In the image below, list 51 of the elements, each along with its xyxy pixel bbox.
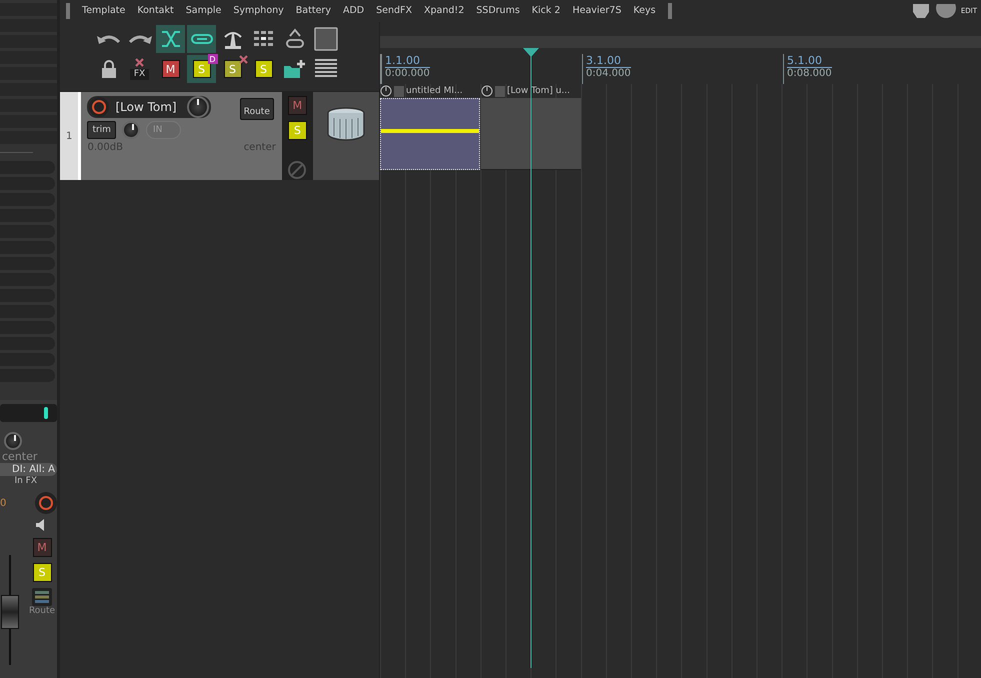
horizontal-fader[interactable] [0,404,57,422]
crossfade-icon[interactable] [156,25,185,53]
toolbar-preset-button[interactable]: SSDrums [470,6,526,16]
fx-button[interactable]: FX [125,55,154,83]
route-icon[interactable] [32,588,52,606]
item-name: [Low Tom] u... [507,86,570,96]
pan-label: center [2,450,38,463]
time-label: 0:08.000 [787,68,832,79]
item-name: untitled MI... [406,86,463,96]
track-name-bar[interactable]: [Low Tom] [87,96,212,118]
toolbar-preset-button[interactable]: Battery [290,6,337,16]
toolbar-preset-button[interactable]: Template [76,6,132,16]
route-label: Route [28,606,56,616]
route-button[interactable]: Route [240,98,274,120]
track-name[interactable]: [Low Tom] [115,100,182,114]
toolbar-preset-button[interactable]: ADD [336,6,370,16]
solo-button[interactable]: S D [187,55,216,83]
mute-button[interactable]: M [156,55,185,83]
item-mute-icon[interactable] [495,86,505,96]
toolbar-preset-button[interactable]: Xpand!2 [418,6,470,16]
toolbar-preset-button[interactable]: Kick 2 [526,6,566,16]
pan-knob[interactable] [4,432,22,450]
item-mute-icon[interactable] [394,86,404,96]
toolbar-preset-button[interactable]: Heavier7S [566,6,628,16]
fx-label: In FX [14,476,37,486]
input-selector[interactable]: DI: All: A [0,463,57,476]
drum-icon[interactable] [326,106,366,142]
toolbar-preset-button[interactable]: Kontakt [131,6,180,16]
toolbar-preset-button[interactable]: SendFX [370,6,418,16]
scroll-bar[interactable] [380,36,981,48]
x-icon [238,55,248,64]
toolbar-preset-button[interactable]: Sample [180,6,228,16]
pan-knob[interactable] [122,121,140,139]
clock-icon [481,85,493,97]
record-arm-button[interactable] [35,492,57,514]
bar-label: 3.1.00 [586,54,631,68]
time-label: 0:04.000 [586,68,631,79]
x-icon [135,58,144,67]
volume-readout: 0 [0,498,6,508]
phase-icon[interactable] [287,160,308,180]
clock-icon [380,85,392,97]
track-number: 1 [66,130,72,142]
bar-label: 5.1.00 [787,54,832,68]
volume-knob[interactable] [187,96,210,118]
bar-label: 1.1.00 [385,54,430,68]
record-arm-button[interactable] [89,97,110,117]
toolbar-preset-button[interactable]: Symphony [227,6,290,16]
link-icon[interactable] [187,25,216,53]
toolbar-preset-button[interactable]: Keys [627,6,662,16]
trim-button[interactable]: trim [87,121,116,139]
time-label: 0:00.000 [385,68,430,79]
